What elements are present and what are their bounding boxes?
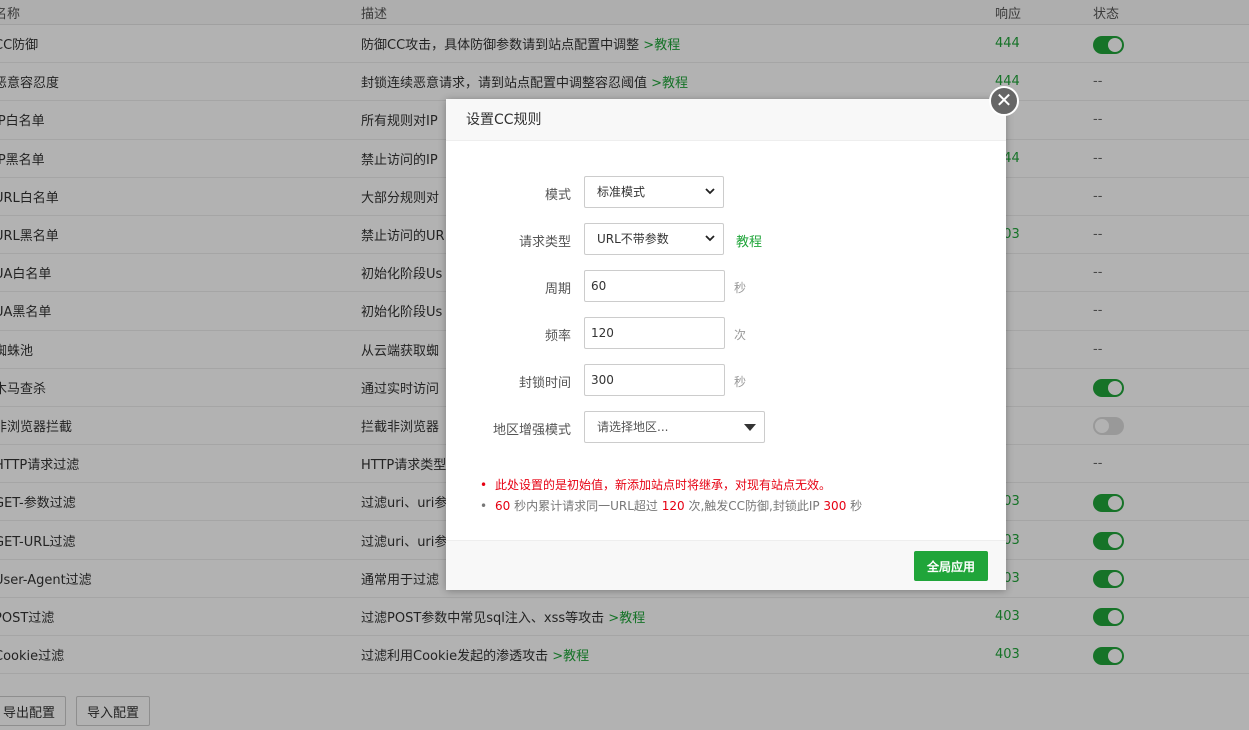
region-label: 地区增强模式: [492, 423, 571, 438]
block-time-label: 封锁时间: [518, 376, 571, 391]
freq-input[interactable]: 120: [584, 317, 725, 349]
chevron-down-icon: [705, 224, 715, 254]
block-time-unit: 秒: [734, 375, 747, 389]
summary-text-1: 秒内累计请求同一URL超过: [510, 499, 662, 513]
summary-text-3: 秒: [846, 499, 863, 513]
region-select[interactable]: 请选择地区...: [584, 411, 765, 443]
cycle-input[interactable]: 60: [584, 270, 725, 302]
req-type-tutorial-link[interactable]: 教程: [736, 231, 762, 250]
bullet-icon: •: [480, 499, 488, 513]
region-row: 地区增强模式 请选择地区...: [446, 411, 1006, 443]
region-placeholder: 请选择地区...: [597, 420, 669, 434]
summary-text-2: 次,触发CC防御,封锁此IP: [684, 499, 824, 513]
dialog-footer: 全局应用: [446, 540, 1006, 590]
notes: • 此处设置的是初始值，新添加站点时将继承，对现有站点无效。 • 60 秒内累计请求…: [480, 475, 862, 517]
mode-value: 标准模式: [597, 185, 646, 199]
note-initial-value: • 此处设置的是初始值，新添加站点时将继承，对现有站点无效。: [480, 475, 862, 496]
req-type-select[interactable]: URL不带参数: [584, 223, 724, 255]
block-time-input[interactable]: 300: [584, 364, 725, 396]
summary-cycle: 60: [495, 499, 511, 513]
req-type-row: 请求类型 URL不带参数 教程: [446, 223, 1006, 255]
close-icon[interactable]: ✕: [989, 86, 1019, 116]
freq-label: 频率: [544, 329, 571, 344]
mode-label: 模式: [544, 188, 571, 203]
freq-unit: 次: [734, 328, 747, 342]
freq-row: 频率 120 次: [446, 317, 1006, 349]
cycle-label: 周期: [544, 282, 571, 297]
req-type-value: URL不带参数: [597, 232, 669, 246]
dialog-title: 设置CC规则: [446, 99, 1006, 141]
apply-global-button[interactable]: 全局应用: [913, 551, 988, 581]
summary-block: 300: [823, 499, 847, 513]
caret-down-icon: [744, 423, 756, 431]
cc-rule-dialog: 设置CC规则 ✕ 模式 标准模式 请求类型 URL不带参数 教程 周期 60 秒…: [446, 86, 1019, 590]
note-rule-summary: • 60 秒内累计请求同一URL超过 120 次,触发CC防御,封锁此IP 300…: [480, 496, 862, 517]
cycle-row: 周期 60 秒: [446, 270, 1006, 302]
mode-row: 模式 标准模式: [446, 176, 1006, 208]
mode-select[interactable]: 标准模式: [584, 176, 724, 208]
chevron-down-icon: [705, 177, 715, 207]
note-initial-value-text: 此处设置的是初始值，新添加站点时将继承，对现有站点无效。: [495, 478, 832, 492]
block-time-row: 封锁时间 300 秒: [446, 364, 1006, 396]
req-type-label: 请求类型: [518, 235, 571, 250]
summary-freq: 120: [661, 499, 685, 513]
bullet-icon: •: [480, 478, 488, 492]
cycle-unit: 秒: [734, 281, 747, 295]
